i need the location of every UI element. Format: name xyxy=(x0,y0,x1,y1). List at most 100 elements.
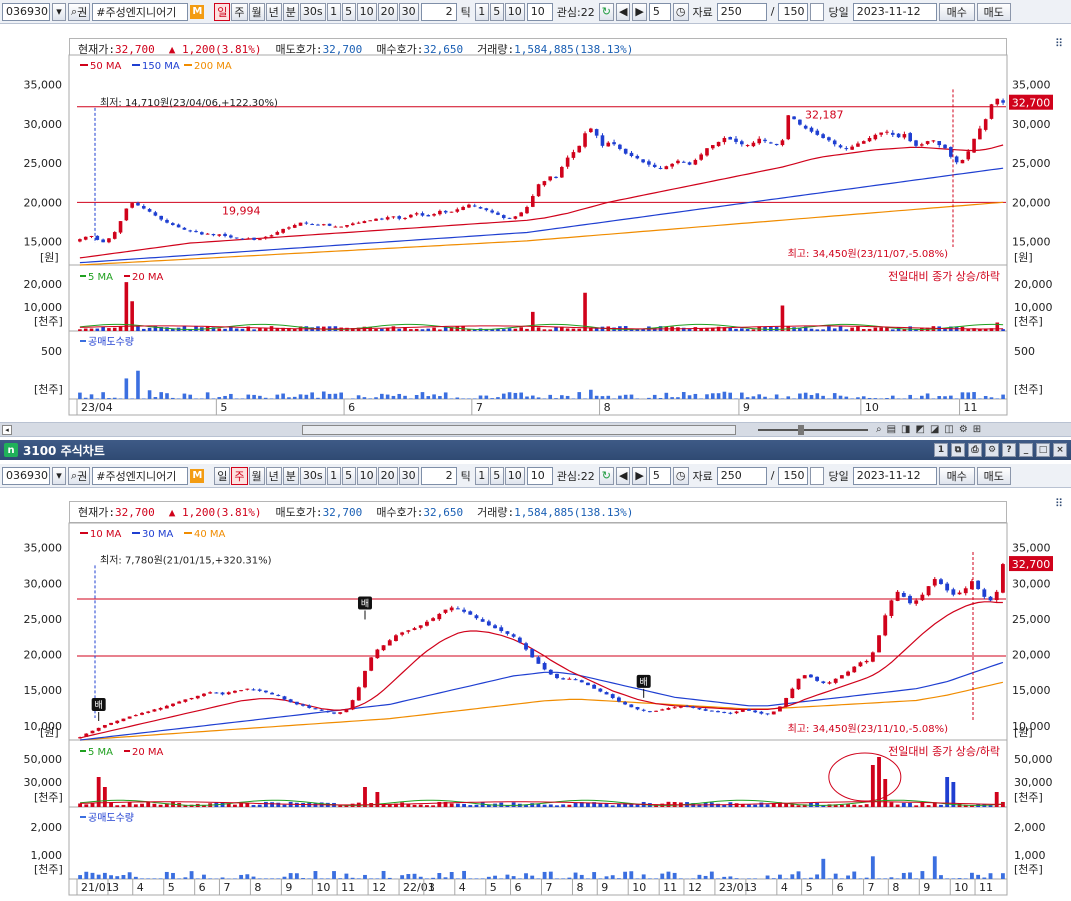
today-checkbox[interactable] xyxy=(810,2,825,21)
weekly-chart-svg[interactable]: 10,000 10,00015,000 15,00020,000 20,00025,0… xyxy=(0,489,1071,901)
button-0[interactable]: 일 xyxy=(214,2,231,21)
short-sell-bar xyxy=(722,391,727,399)
candle-body xyxy=(641,159,645,163)
jump-input[interactable]: 5 xyxy=(648,2,671,21)
date-picker[interactable]: 2023-11-12 xyxy=(852,2,937,21)
candle-body xyxy=(350,700,355,710)
button-0[interactable]: 1 xyxy=(474,466,489,485)
button-1[interactable]: 주 xyxy=(231,466,248,485)
today-checkbox[interactable] xyxy=(810,466,825,485)
zoom-slider-thumb[interactable] xyxy=(798,425,804,435)
stock-name-field[interactable]: #주성엔지니어기 xyxy=(92,2,189,21)
close-icon[interactable]: × xyxy=(1053,443,1067,457)
search-button[interactable]: ⌕ 권 xyxy=(68,2,91,21)
candle-body xyxy=(951,589,956,595)
button-10[interactable]: 30 xyxy=(398,466,419,485)
tick-input[interactable]: 2 xyxy=(420,2,457,21)
n-input[interactable]: 10 xyxy=(526,466,553,485)
maximize-icon[interactable]: □ xyxy=(1036,443,1050,457)
button-5[interactable]: 30s xyxy=(299,466,326,485)
next-button[interactable]: ▶ xyxy=(632,2,647,21)
marker-badge-text: 배 xyxy=(361,598,369,609)
candle-body xyxy=(691,706,696,708)
button-6[interactable]: 1 xyxy=(326,466,341,485)
data-label: 자료 xyxy=(692,469,713,483)
tick-input[interactable]: 2 xyxy=(420,466,457,485)
prev-button[interactable]: ◀ xyxy=(615,2,631,21)
m-badge-icon[interactable]: M xyxy=(190,468,205,483)
button-8[interactable]: 10 xyxy=(356,2,377,21)
button-1[interactable]: 주 xyxy=(231,2,248,21)
daily-chart-svg[interactable]: 15,000 15,000 20,000 20,000 25,000 25,000 30,0… xyxy=(0,25,1071,421)
button-2[interactable]: 월 xyxy=(248,466,265,485)
button-9[interactable]: 20 xyxy=(377,466,398,485)
button-3[interactable]: 년 xyxy=(265,466,282,485)
refresh-button[interactable]: ↻ xyxy=(598,466,614,485)
help-icon[interactable]: ? xyxy=(1002,443,1016,457)
code-dropdown-button[interactable]: ▾ xyxy=(52,2,66,21)
button-10[interactable]: 30 xyxy=(398,2,419,21)
link-icon[interactable]: ⧉ xyxy=(951,443,965,457)
button-6[interactable]: 1 xyxy=(326,2,341,21)
button-1[interactable]: 5 xyxy=(489,2,504,21)
prev-button[interactable]: ◀ xyxy=(615,466,631,485)
button-2[interactable]: 10 xyxy=(504,466,525,485)
buy-button[interactable]: 매수 xyxy=(938,466,975,485)
candle-body xyxy=(1001,100,1005,103)
candle-body xyxy=(774,143,779,146)
button-1[interactable]: 5 xyxy=(489,466,504,485)
button-0[interactable]: 1 xyxy=(474,2,489,21)
volume-bar xyxy=(374,328,378,331)
candle-body xyxy=(838,145,843,148)
n-input[interactable]: 10 xyxy=(526,2,553,21)
data-total-input[interactable]: 150 xyxy=(778,2,809,21)
search-button[interactable]: ⌕ 권 xyxy=(68,466,91,485)
settings-icon[interactable]: ⚙ xyxy=(985,443,999,457)
button-4[interactable]: 분 xyxy=(282,466,299,485)
button-7[interactable]: 5 xyxy=(341,2,356,21)
stock-name-field[interactable]: #주성엔지니어기 xyxy=(92,466,189,485)
sell-button[interactable]: 매도 xyxy=(976,466,1011,485)
data-count-select[interactable]: 250 xyxy=(716,2,767,21)
panel-splitter[interactable]: ◂ ⌕▤◨◩◪◫⚙⊞ xyxy=(0,422,1071,437)
stock-code-input[interactable]: 036930 xyxy=(2,466,50,485)
button-5[interactable]: 30s xyxy=(299,2,326,21)
chart-tools-icons[interactable]: ⌕▤◨◩◪◫⚙⊞ xyxy=(876,424,986,435)
stock-code-input[interactable]: 036930 xyxy=(2,2,50,21)
button-0[interactable]: 일 xyxy=(214,466,231,485)
next-button[interactable]: ▶ xyxy=(632,466,647,485)
short-sell-bar xyxy=(229,393,233,399)
button-8[interactable]: 10 xyxy=(356,466,377,485)
button-2[interactable]: 10 xyxy=(504,2,525,21)
screen-number-icon[interactable]: 1 xyxy=(934,443,948,457)
volume-bar xyxy=(873,327,878,331)
volume-bar xyxy=(107,328,111,331)
short-sell-bar xyxy=(548,871,553,879)
short-sell-bar xyxy=(374,397,378,399)
button-9[interactable]: 20 xyxy=(377,2,398,21)
m-badge-icon[interactable]: M xyxy=(190,4,205,19)
short-sell-bar xyxy=(496,397,500,399)
button-3[interactable]: 년 xyxy=(265,2,282,21)
clock-button[interactable]: ◷ xyxy=(672,466,689,485)
short-sell-bar xyxy=(610,875,615,879)
refresh-button[interactable]: ↻ xyxy=(598,2,614,21)
minimize-icon[interactable]: _ xyxy=(1019,443,1033,457)
sell-button[interactable]: 매도 xyxy=(976,2,1011,21)
data-count-select[interactable]: 250 xyxy=(716,466,767,485)
candle-body xyxy=(784,697,789,707)
code-dropdown-button[interactable]: ▾ xyxy=(52,466,66,485)
jump-input[interactable]: 5 xyxy=(648,466,671,485)
clock-button[interactable]: ◷ xyxy=(672,2,689,21)
candle-body xyxy=(240,238,245,240)
button-7[interactable]: 5 xyxy=(341,466,356,485)
print-icon[interactable]: ⎙ xyxy=(968,443,982,457)
button-2[interactable]: 월 xyxy=(248,2,265,21)
date-picker[interactable]: 2023-11-12 xyxy=(852,466,937,485)
zoom-slider[interactable] xyxy=(758,429,868,431)
data-total-input[interactable]: 150 xyxy=(778,466,809,485)
scroll-left-icon[interactable]: ◂ xyxy=(2,425,12,435)
button-4[interactable]: 분 xyxy=(282,2,299,21)
buy-button[interactable]: 매수 xyxy=(938,2,975,21)
horizontal-scrollbar[interactable] xyxy=(302,425,736,435)
